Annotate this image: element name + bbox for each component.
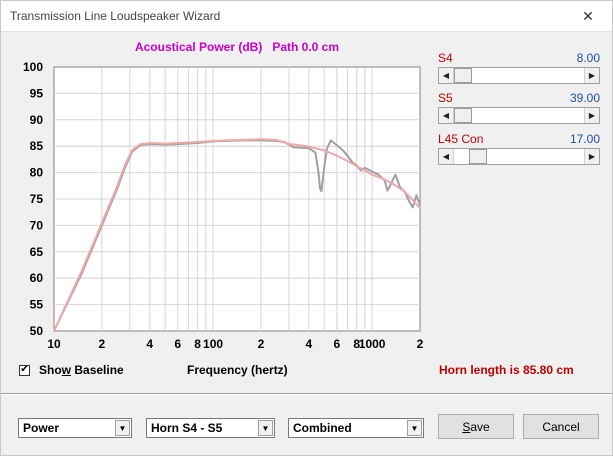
dropdown-arrow-icon[interactable]: ▼ bbox=[115, 420, 130, 436]
x-tick-label: 10 bbox=[47, 337, 61, 351]
slider-label: L45 Con bbox=[438, 132, 484, 146]
scroll-left-icon[interactable]: ◀ bbox=[439, 108, 454, 123]
slider-value: 39.00 bbox=[569, 91, 600, 105]
x-tick-label: 1000 bbox=[359, 337, 386, 351]
scroll-left-icon[interactable]: ◀ bbox=[439, 68, 454, 83]
show-baseline-label: Show Baseline bbox=[39, 363, 124, 377]
show-baseline-checkbox[interactable]: ✔ bbox=[19, 364, 30, 376]
x-tick-label: 100 bbox=[203, 337, 223, 351]
separator bbox=[1, 393, 612, 395]
y-tick-label: 70 bbox=[30, 218, 44, 232]
scroll-right-icon[interactable]: ▶ bbox=[584, 68, 599, 83]
y-tick-label: 90 bbox=[30, 113, 44, 127]
y-tick-label: 100 bbox=[23, 60, 43, 74]
dropdown-arrow-icon[interactable]: ▼ bbox=[258, 420, 273, 436]
y-tick-label: 55 bbox=[30, 298, 44, 312]
y-tick-label: 75 bbox=[30, 192, 44, 206]
x-tick-label: 4 bbox=[305, 337, 312, 351]
chart-title: Acoustical Power (dB) Path 0.0 cm bbox=[135, 40, 339, 54]
show-baseline-row[interactable]: ✔ Show Baseline bbox=[19, 363, 124, 377]
scroll-right-icon[interactable]: ▶ bbox=[584, 108, 599, 123]
combo-value: Horn S4 - S5 bbox=[151, 421, 223, 435]
l45-scrollbar[interactable]: ◀ ▶ bbox=[438, 148, 600, 165]
combo-value: Power bbox=[23, 421, 60, 435]
wizard-window: Transmission Line Loudspeaker Wizard ✕ 5… bbox=[0, 0, 613, 456]
cancel-button[interactable]: Cancel bbox=[523, 414, 599, 439]
y-tick-label: 95 bbox=[30, 86, 44, 100]
scroll-left-icon[interactable]: ◀ bbox=[439, 149, 454, 164]
combo-value: Combined bbox=[293, 421, 352, 435]
title-bar: Transmission Line Loudspeaker Wizard ✕ bbox=[1, 1, 612, 32]
y-tick-label: 65 bbox=[30, 245, 44, 259]
output-select[interactable]: Combined ▼ bbox=[288, 418, 424, 438]
x-tick-label: 6 bbox=[333, 337, 340, 351]
y-tick-label: 50 bbox=[30, 324, 44, 338]
power-chart: 50 55 60 65 70 75 80 85 90 95 100 10 2 4 6 8 100 2 4 6 8 1000… bbox=[1, 32, 431, 362]
slider-value: 8.00 bbox=[576, 51, 600, 65]
slider-value: 17.00 bbox=[569, 132, 600, 146]
x-tick-label: 4 bbox=[146, 337, 153, 351]
x-tick-label: 2 bbox=[417, 337, 424, 351]
plot-type-select[interactable]: Power ▼ bbox=[18, 418, 132, 438]
save-button[interactable]: Save bbox=[438, 414, 514, 439]
window-title: Transmission Line Loudspeaker Wizard bbox=[10, 9, 221, 23]
x-tick-label: 6 bbox=[174, 337, 181, 351]
dropdown-arrow-icon[interactable]: ▼ bbox=[407, 420, 422, 436]
y-tick-label: 60 bbox=[30, 271, 44, 285]
scroll-thumb[interactable] bbox=[454, 108, 472, 123]
frequency-axis-label: Frequency (hertz) bbox=[187, 363, 288, 377]
x-tick-label: 8 bbox=[194, 337, 201, 351]
close-icon[interactable]: ✕ bbox=[565, 1, 611, 31]
scroll-thumb[interactable] bbox=[468, 149, 487, 164]
section-select[interactable]: Horn S4 - S5 ▼ bbox=[146, 418, 275, 438]
y-tick-label: 85 bbox=[30, 139, 44, 153]
chart-svg: 5055606570758085909510010 2 4 6 8 100 2 4 6 81000… bbox=[23, 40, 424, 351]
x-tick-label: 2 bbox=[99, 337, 106, 351]
s5-scrollbar[interactable]: ◀ ▶ bbox=[438, 107, 600, 124]
slider-label: S4 bbox=[438, 51, 453, 65]
scroll-right-icon[interactable]: ▶ bbox=[584, 149, 599, 164]
scroll-thumb[interactable] bbox=[454, 68, 472, 83]
y-tick-label: 80 bbox=[30, 166, 44, 180]
x-tick-label: 2 bbox=[258, 337, 265, 351]
horn-length-text: Horn length is 85.80 cm bbox=[439, 363, 574, 377]
slider-label: S5 bbox=[438, 91, 453, 105]
s4-scrollbar[interactable]: ◀ ▶ bbox=[438, 67, 600, 84]
